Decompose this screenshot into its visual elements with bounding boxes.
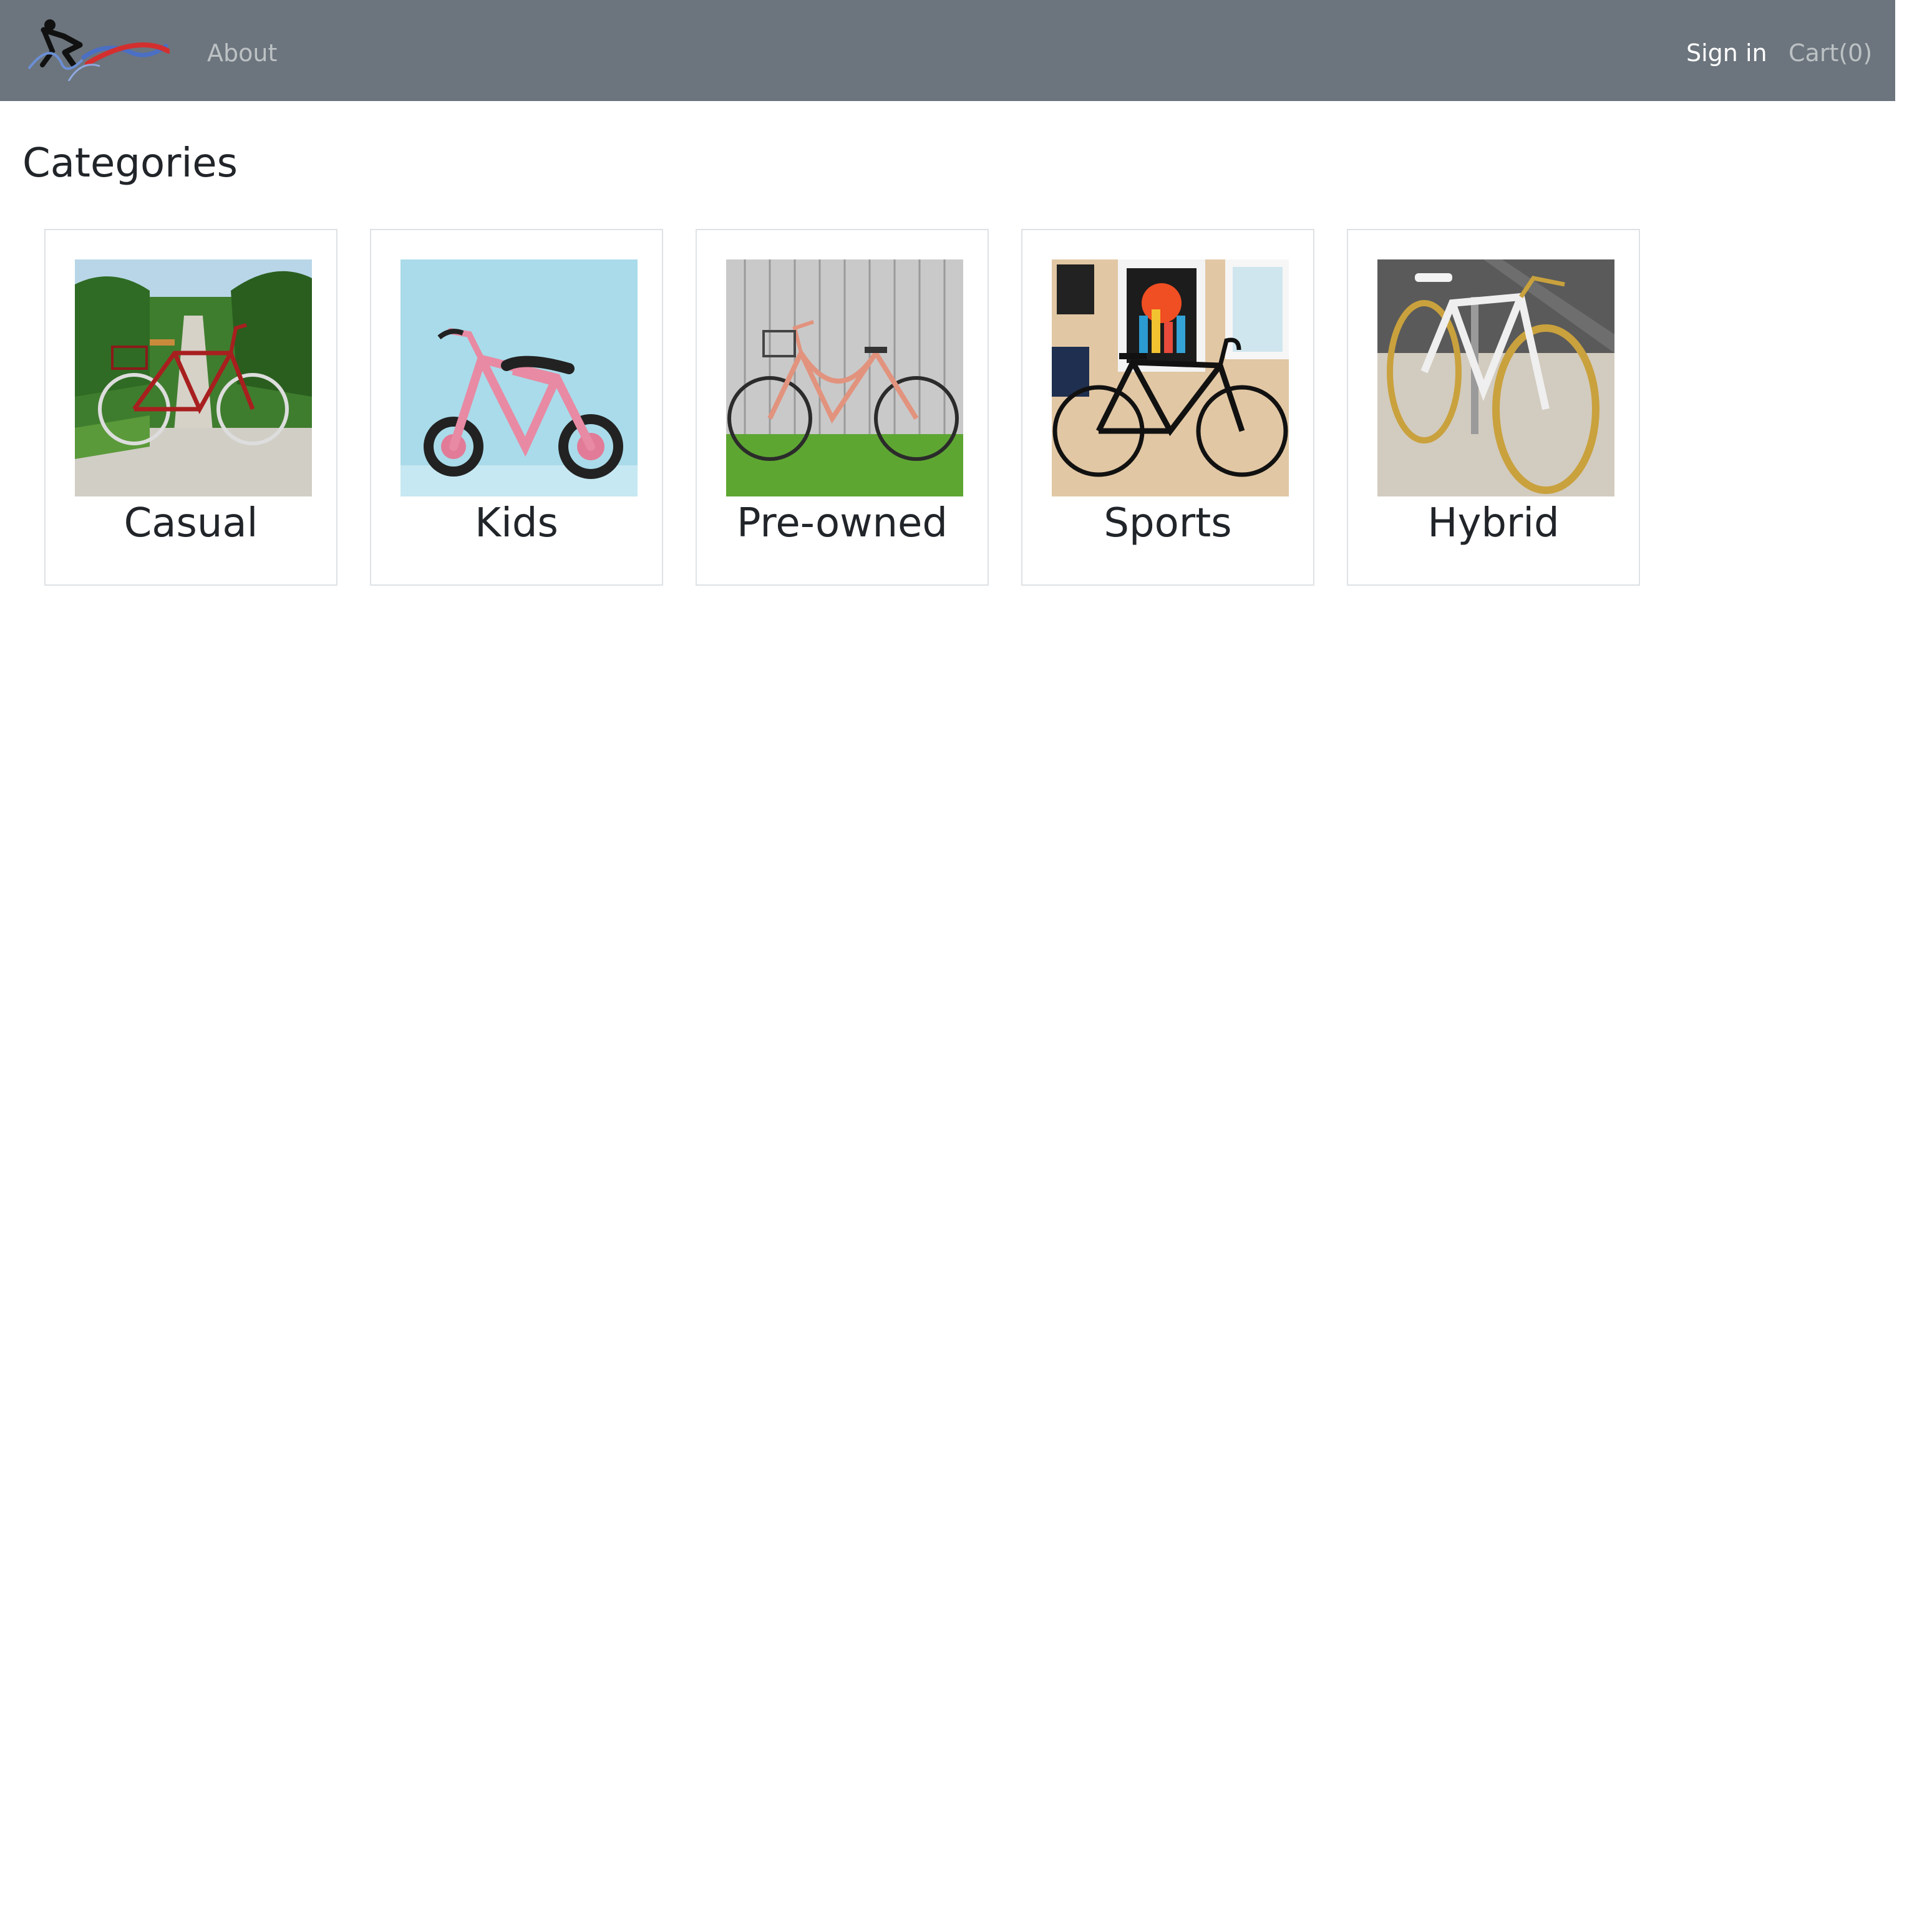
category-image-hybrid[interactable] <box>1377 259 1614 496</box>
category-label-casual[interactable]: Casual <box>46 498 336 548</box>
category-card-hybrid[interactable]: Hybrid <box>1347 229 1640 586</box>
category-card-pre-owned[interactable]: Pre-owned <box>696 229 989 586</box>
cart-link[interactable]: Cart(0) <box>1789 37 1872 69</box>
navbar: About Sign in Cart(0) <box>0 0 1895 101</box>
category-card-sports[interactable]: Sports <box>1021 229 1314 586</box>
cyclist-logo-icon[interactable] <box>25 16 171 82</box>
category-image-casual[interactable] <box>75 259 312 496</box>
category-image-kids[interactable] <box>400 259 638 496</box>
category-label-pre-owned[interactable]: Pre-owned <box>697 498 988 548</box>
category-label-hybrid[interactable]: Hybrid <box>1348 498 1639 548</box>
category-label-kids[interactable]: Kids <box>371 498 662 548</box>
page-title: Categories <box>22 140 238 186</box>
sign-in-link[interactable]: Sign in <box>1686 37 1767 69</box>
category-image-sports[interactable] <box>1052 259 1289 496</box>
nav-about-link[interactable]: About <box>207 37 277 69</box>
category-label-sports[interactable]: Sports <box>1022 498 1313 548</box>
category-card-casual[interactable]: Casual <box>44 229 337 586</box>
category-card-kids[interactable]: Kids <box>370 229 663 586</box>
category-image-pre-owned[interactable] <box>726 259 963 496</box>
